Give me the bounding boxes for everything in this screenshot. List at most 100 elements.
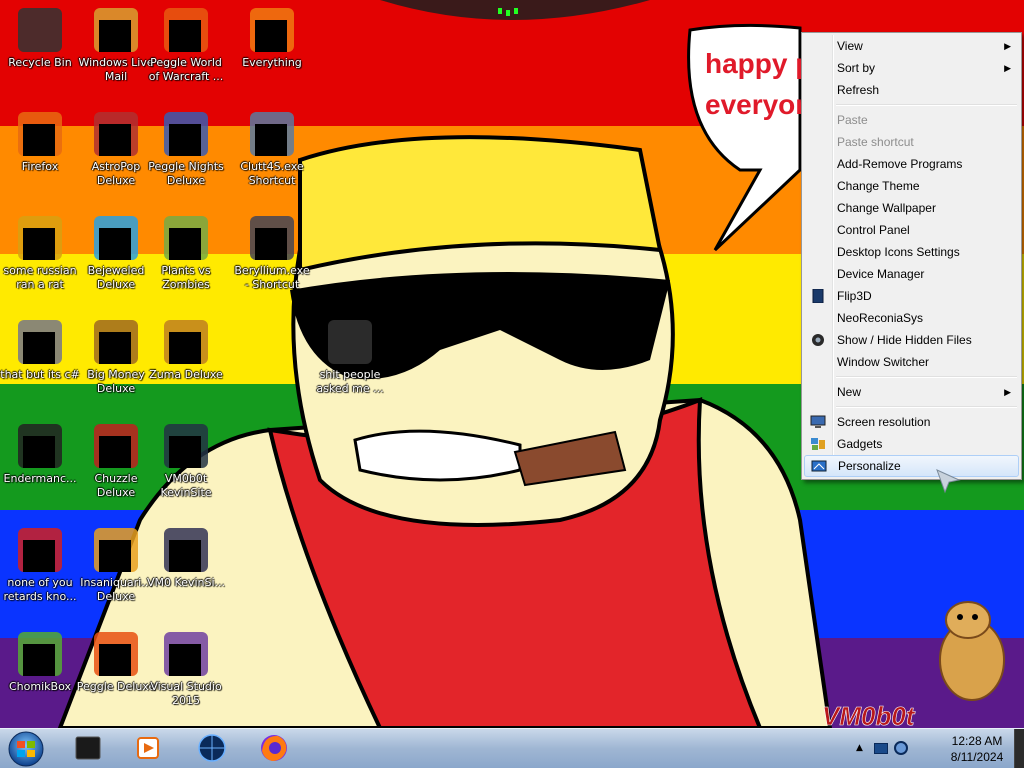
menu-item-label: New (837, 385, 862, 399)
menu-item-label: Personalize (838, 459, 901, 473)
desktop-icon[interactable]: some russian ran a rat (0, 214, 80, 292)
menu-item-view[interactable]: View ▶ (804, 35, 1019, 57)
menu-item-change-wallpaper[interactable]: Change Wallpaper (804, 197, 1019, 219)
show-desktop-button[interactable] (1014, 729, 1024, 768)
desktop-icon[interactable]: Peggle World of Warcraft ... (146, 6, 226, 84)
menu-item-gadgets[interactable]: Gadgets (804, 433, 1019, 455)
redaction-box (169, 436, 201, 468)
menu-item-label: Add-Remove Programs (837, 157, 963, 171)
desktop-icon[interactable]: Peggle Deluxe (76, 630, 156, 694)
desktop-icon[interactable]: Plants vs Zombies (146, 214, 226, 292)
menu-item-paste-shortcut: Paste shortcut (804, 131, 1019, 153)
desktop-icon-label: Visual Studio 2015 (150, 680, 222, 707)
menu-item-change-theme[interactable]: Change Theme (804, 175, 1019, 197)
desktop-icon-label: Everything (242, 56, 302, 69)
desktop-icon-label: Firefox (21, 160, 59, 173)
menu-item-new[interactable]: New ▶ (804, 381, 1019, 403)
folder-stack-icon (16, 318, 64, 366)
desktop-icon[interactable]: Clutt4S.exe Shortcut (232, 110, 312, 188)
desktop-icon[interactable]: Insaniquari... Deluxe (76, 526, 156, 604)
desktop-icon-label: Bejeweled Deluxe (87, 264, 145, 291)
zuma-icon (162, 318, 210, 366)
desktop-icon-label: that but its c# (0, 368, 80, 381)
network-icon[interactable] (874, 743, 888, 754)
redaction-box (255, 20, 287, 52)
chomikbox-icon (16, 630, 64, 678)
desktop-icon[interactable]: VM0 KevinSi... (146, 526, 226, 590)
desktop-icon[interactable]: Big Money Deluxe (76, 318, 156, 396)
bejeweled-icon (92, 214, 140, 262)
media-player-icon[interactable] (118, 731, 178, 767)
tray-expand-icon[interactable]: ▲ (856, 743, 863, 753)
personalize-icon (811, 460, 827, 472)
desktop-icon[interactable]: Recycle Bin (0, 6, 80, 70)
submenu-arrow-icon: ▶ (1004, 41, 1011, 51)
taskbar-clock[interactable]: 12:28 AM 8/11/2024 (942, 733, 1012, 765)
redaction-box (99, 436, 131, 468)
desktop-icon[interactable]: Windows Live Mail (76, 6, 156, 84)
screen-resolution-icon (810, 415, 826, 428)
menu-separator (804, 101, 1019, 109)
menu-item-flip3d[interactable]: Flip3D (804, 285, 1019, 307)
desktop-context-menu: View ▶ Sort by ▶ Refresh Paste Paste shortcut A… (801, 32, 1022, 480)
desktop-icon-label: Beryllium.exe - Shortcut (234, 264, 310, 291)
folder-icon (326, 318, 374, 366)
volume-icon[interactable] (894, 741, 908, 755)
desktop-icon[interactable]: Endermanc... (0, 422, 80, 486)
menu-item-add-remove-programs[interactable]: Add-Remove Programs (804, 153, 1019, 175)
menu-item-refresh[interactable]: Refresh (804, 79, 1019, 101)
program-icon (16, 214, 64, 262)
menu-item-control-panel[interactable]: Control Panel (804, 219, 1019, 241)
menu-item-window-switcher[interactable]: Window Switcher (804, 351, 1019, 373)
desktop-icon[interactable]: Visual Studio 2015 (146, 630, 226, 708)
globe-icon[interactable] (182, 731, 242, 767)
desktop-icon[interactable]: Zuma Deluxe (146, 318, 226, 382)
firefox-icon[interactable] (244, 731, 304, 767)
menu-item-label: NeoReconiaSys (837, 311, 924, 325)
desktop-icon[interactable]: shit people asked me ... (310, 318, 390, 396)
redaction-box (99, 124, 131, 156)
redaction-box (23, 436, 55, 468)
desktop-icon[interactable]: VM0b0t KevinSite (146, 422, 226, 500)
desktop-icon[interactable]: Peggle Nights Deluxe (146, 110, 226, 188)
redaction-box (99, 228, 131, 260)
desktop-icon[interactable]: Beryllium.exe - Shortcut (232, 214, 312, 292)
desktop-icon[interactable]: Bejeweled Deluxe (76, 214, 156, 292)
redaction-box (23, 124, 55, 156)
submenu-arrow-icon: ▶ (1004, 63, 1011, 73)
redaction-box (23, 228, 55, 260)
menu-item-neoreconiasys[interactable]: NeoReconiaSys (804, 307, 1019, 329)
desktop-icon[interactable]: Everything (232, 6, 312, 70)
desktop-icon[interactable]: ChomikBox (0, 630, 80, 694)
desktop-icon[interactable]: AstroPop Deluxe (76, 110, 156, 188)
start-button-icon[interactable] (4, 730, 48, 768)
peggle-icon (92, 630, 140, 678)
desktop-icon[interactable]: none of you retards kno... (0, 526, 80, 604)
desktop-icon[interactable]: Firefox (0, 110, 80, 174)
chuzzle-icon (92, 422, 140, 470)
wallpaper-watermark: VM0b0t (822, 701, 916, 728)
menu-item-sort-by[interactable]: Sort by ▶ (804, 57, 1019, 79)
shortcut-icon (248, 214, 296, 262)
menu-item-desktop-icons-settings[interactable]: Desktop Icons Settings (804, 241, 1019, 263)
taskbar: ▲ 12:28 AM 8/11/2024 (0, 728, 1024, 768)
desktop-icon-label: Big Money Deluxe (87, 368, 145, 395)
mouse-cursor-icon (936, 469, 961, 494)
insaniquarium-icon (92, 526, 140, 574)
menu-item-label: Desktop Icons Settings (837, 245, 960, 259)
menu-separator (804, 373, 1019, 381)
desktop-icon[interactable]: that but its c# (0, 318, 80, 382)
menu-separator (804, 403, 1019, 411)
redaction-box (23, 332, 55, 364)
redaction-box (99, 644, 131, 676)
menu-item-device-manager[interactable]: Device Manager (804, 263, 1019, 285)
redaction-box (99, 20, 131, 52)
menu-item-personalize[interactable]: Personalize (804, 455, 1019, 477)
desktop-icon-label: Peggle Deluxe (76, 680, 156, 693)
menu-item-label: Gadgets (837, 437, 883, 451)
menu-item-show-hide-hidden-files[interactable]: Show / Hide Hidden Files (804, 329, 1019, 351)
desktop-icon[interactable]: Chuzzle Deluxe (76, 422, 156, 500)
menu-item-screen-resolution[interactable]: Screen resolution (804, 411, 1019, 433)
submenu-arrow-icon: ▶ (1004, 387, 1011, 397)
terminal-icon[interactable] (58, 731, 118, 767)
